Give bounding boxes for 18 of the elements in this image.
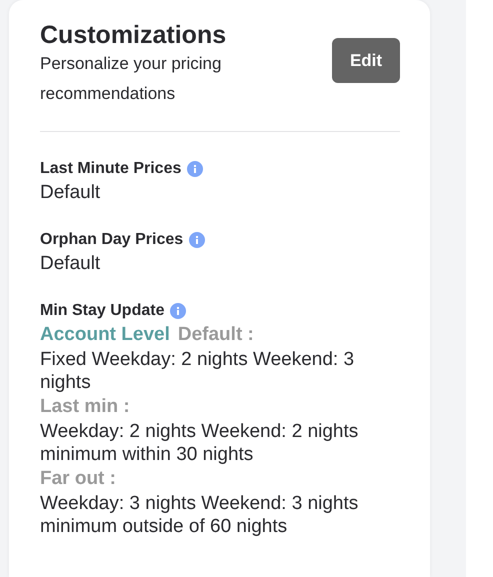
- section-label: Default :: [178, 323, 254, 347]
- setting-label: Orphan Day Prices: [40, 230, 184, 250]
- card-subtitle: Personalize your pricing recommendations: [40, 53, 222, 105]
- setting-value: Default: [40, 252, 102, 276]
- edit-button[interactable]: Edit: [332, 38, 400, 83]
- card-title: Customizations: [40, 20, 228, 50]
- section-value: Weekday: 2 nights Weekend: 2 nights minimum within 30 nights: [40, 420, 360, 466]
- section-value: Fixed Weekday: 2 nights Weekend: 3 nights: [40, 348, 356, 394]
- info-icon[interactable]: [170, 303, 186, 319]
- info-icon[interactable]: [189, 232, 206, 248]
- setting-label: Min Stay Update: [40, 301, 164, 321]
- section-label: Last min :: [40, 395, 131, 419]
- section-value: Weekday: 3 nights Weekend: 3 nights minimum outside of 60 nights: [40, 492, 360, 538]
- setting-label: Last Minute Prices: [40, 159, 182, 179]
- account-level-label: Account Level: [40, 323, 170, 347]
- setting-value: Default: [40, 181, 102, 205]
- info-icon[interactable]: [187, 161, 204, 177]
- section-label: Far out :: [40, 467, 117, 491]
